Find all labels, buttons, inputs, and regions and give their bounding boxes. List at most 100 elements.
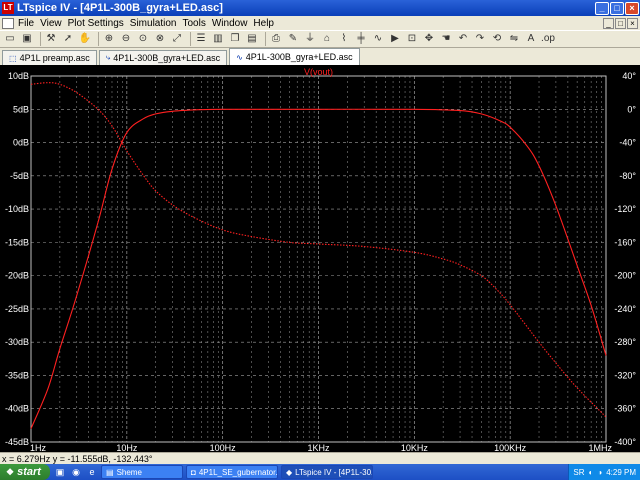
zoom-area-icon[interactable]: ⊙	[136, 32, 150, 46]
print-icon[interactable]: ⎙	[269, 32, 283, 46]
task-sheme[interactable]: ▤ Sheme	[101, 465, 183, 479]
waveform-icon: ∿	[236, 52, 243, 62]
zoom-fit-icon[interactable]: ⊗	[153, 32, 167, 46]
inductor-icon[interactable]: ∿	[371, 32, 385, 46]
diode-icon[interactable]: ▶	[388, 32, 402, 46]
cascade-icon[interactable]: ❐	[228, 32, 242, 46]
minimize-button[interactable]: _	[595, 1, 609, 15]
desktop-icon[interactable]: ▣	[54, 466, 66, 478]
y-left-tick-label: -25dB	[5, 304, 29, 314]
toolbar-separator	[98, 32, 99, 46]
y-right-tick-label: -200°	[614, 271, 636, 281]
resistor-icon[interactable]: ⌇	[337, 32, 351, 46]
close-button[interactable]: ×	[625, 1, 639, 15]
firefox-icon[interactable]: ◉	[70, 466, 82, 478]
menu-window[interactable]: Window	[212, 18, 248, 29]
y-left-tick-label: 5dB	[13, 104, 29, 114]
tray-icon[interactable]: ◑	[597, 468, 602, 477]
y-right-tick-label: 0°	[627, 104, 636, 114]
y-left-tick-label: -20dB	[5, 271, 29, 281]
run-icon[interactable]: ➚	[61, 32, 75, 46]
y-left-tick-label: 0dB	[13, 138, 29, 148]
menu-plot-settings[interactable]: Plot Settings	[68, 18, 124, 29]
task-ltspice[interactable]: ◆ LTspice IV - [4P1L-30...	[281, 465, 373, 479]
redo-icon[interactable]: ↷	[473, 32, 487, 46]
halt-icon[interactable]: ✋	[78, 32, 92, 46]
text-icon[interactable]: A	[524, 32, 538, 46]
menu-file[interactable]: File	[18, 18, 34, 29]
trace-title: V(vout)	[304, 67, 333, 77]
y-right-tick-label: -280°	[614, 337, 636, 347]
zoom-in-icon[interactable]: ⊕	[102, 32, 116, 46]
toolbar: ▭ ▣ ⚒ ➚ ✋ ⊕ ⊖ ⊙ ⊗ ⤢ ☰ ▥ ❐ ▤ ⎙ ✎ ⏚ ⌂ ⌇ ╪ …	[0, 30, 640, 48]
x-tick-label: 1Hz	[30, 443, 47, 452]
move-icon[interactable]: ✥	[422, 32, 436, 46]
doc-restore-button[interactable]: □	[615, 17, 626, 29]
ltspice-icon: ◆	[286, 467, 293, 477]
menu-tools[interactable]: Tools	[182, 18, 205, 29]
x-tick-label: 100KHz	[494, 443, 527, 452]
y-left-tick-label: -5dB	[10, 171, 29, 181]
y-left-tick-label: 10dB	[8, 71, 29, 81]
x-tick-label: 10Hz	[116, 443, 138, 452]
cursor-readout: x = 6.279Hz y = -11.555dB, -132.443°	[2, 454, 153, 464]
label-icon[interactable]: ⌂	[320, 32, 334, 46]
x-tick-label: 1MHz	[588, 443, 612, 452]
window-title: LTspice IV - [4P1L-300B_gyra+LED.asc]	[17, 2, 223, 14]
pdf-icon: ◘	[191, 467, 196, 477]
clock: 4:29 PM	[606, 467, 636, 477]
y-left-tick-label: -35dB	[5, 370, 29, 380]
document-icon[interactable]	[2, 17, 14, 29]
tray-icon[interactable]: ◐	[589, 468, 594, 477]
tab-4p1l-300b-schematic[interactable]: ⤷ 4P1L-300B_gyra+LED.asc	[98, 50, 228, 65]
autorange-icon[interactable]: ⤢	[170, 32, 184, 46]
zoom-out-icon[interactable]: ⊖	[119, 32, 133, 46]
y-right-tick-label: -160°	[614, 237, 636, 247]
schematic-icon: ⬚	[9, 53, 17, 63]
ltspice-app-icon[interactable]: LT	[2, 2, 14, 14]
maximize-button[interactable]: □	[610, 1, 624, 15]
toolbar-separator	[265, 32, 266, 46]
task-label: LTspice IV - [4P1L-30...	[295, 467, 373, 477]
wire-icon[interactable]: ✎	[286, 32, 300, 46]
menu-view[interactable]: View	[40, 18, 62, 29]
close-window-icon[interactable]: ▤	[245, 32, 259, 46]
undo-icon[interactable]: ↶	[456, 32, 470, 46]
toolbar-separator	[40, 32, 41, 46]
x-tick-label: 10KHz	[401, 443, 429, 452]
tile-vertical-icon[interactable]: ▥	[211, 32, 225, 46]
ie-icon[interactable]: e	[86, 466, 98, 478]
doc-close-button[interactable]: ×	[627, 17, 638, 29]
toolbar-separator	[190, 32, 191, 46]
tile-horizontal-icon[interactable]: ☰	[194, 32, 208, 46]
menu-simulation[interactable]: Simulation	[130, 18, 177, 29]
control-panel-icon[interactable]: ⚒	[44, 32, 58, 46]
drag-icon[interactable]: ☚	[439, 32, 453, 46]
task-pdf[interactable]: ◘ 4P1L_SE_gubernator...	[186, 465, 278, 479]
start-button[interactable]: ❖ start	[0, 464, 50, 480]
y-left-tick-label: -10dB	[5, 204, 29, 214]
save-icon[interactable]: ▣	[20, 32, 34, 46]
component-icon[interactable]: ⊡	[405, 32, 419, 46]
windows-logo-icon: ❖	[6, 466, 15, 477]
y-right-tick-label: 40°	[622, 71, 636, 81]
y-right-tick-label: -80°	[619, 171, 636, 181]
x-tick-label: 1KHz	[307, 443, 330, 452]
bode-plot[interactable]: 10dB 5dB 0dB -5dB -10dB -15dB -20dB -25dB -30dB -…	[0, 65, 640, 452]
tab-label: 4P1L-300B_gyra+LED.asc	[245, 52, 353, 62]
language-indicator[interactable]: SR	[573, 468, 584, 477]
tab-4p1l-preamp[interactable]: ⬚ 4P1L preamp.asc	[2, 50, 97, 65]
mirror-icon[interactable]: ⇋	[507, 32, 521, 46]
capacitor-icon[interactable]: ╪	[354, 32, 368, 46]
waveform-plot-pane[interactable]: 10dB 5dB 0dB -5dB -10dB -15dB -20dB -25dB -30dB -…	[0, 65, 640, 452]
ground-icon[interactable]: ⏚	[303, 32, 317, 46]
open-icon[interactable]: ▭	[3, 32, 17, 46]
spice-directive-icon[interactable]: .op	[541, 32, 555, 46]
title-bar: LT LTspice IV - [4P1L-300B_gyra+LED.asc]…	[0, 0, 640, 16]
folder-icon: ▤	[106, 467, 114, 477]
menu-help[interactable]: Help	[253, 18, 274, 29]
doc-minimize-button[interactable]: _	[603, 17, 614, 29]
document-tab-bar: ⬚ 4P1L preamp.asc ⤷ 4P1L-300B_gyra+LED.a…	[0, 48, 640, 65]
rotate-icon[interactable]: ⟲	[490, 32, 504, 46]
tab-4p1l-300b-waveform[interactable]: ∿ 4P1L-300B_gyra+LED.asc	[229, 48, 360, 65]
